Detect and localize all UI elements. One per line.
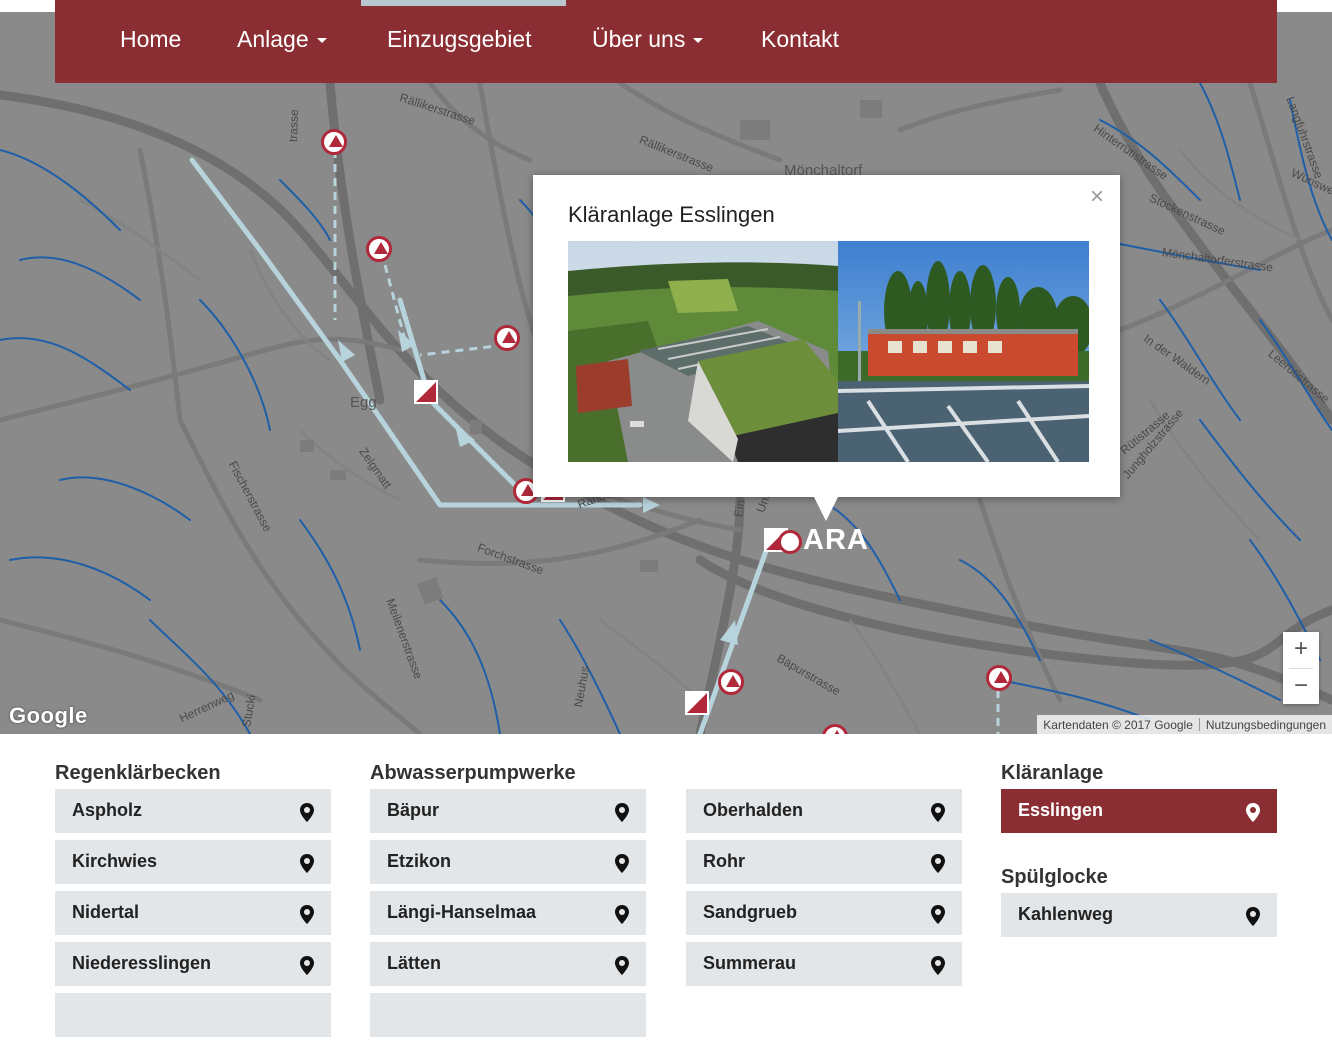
list-item-active[interactable]: Esslingen xyxy=(1001,789,1277,833)
active-tab-indicator xyxy=(361,0,566,6)
list-heading: Regenklärbecken xyxy=(55,762,221,784)
main-nav: Home Anlage Einzugsgebiet Über uns Konta… xyxy=(55,0,1277,83)
list-item[interactable]: Kirchwies xyxy=(55,840,331,884)
nav-einzugsgebiet[interactable]: Einzugsgebiet xyxy=(387,26,532,53)
map-pin-icon xyxy=(615,803,629,822)
nav-anlage-label: Anlage xyxy=(237,26,309,52)
list-item-label: Sandgrueb xyxy=(703,902,798,922)
list-heading: Spülglocke xyxy=(1001,866,1108,888)
map-pin-icon xyxy=(931,854,945,873)
regenklaerbecken-marker[interactable] xyxy=(414,380,438,404)
list-item-label: Esslingen xyxy=(1018,800,1104,820)
caret-down-icon xyxy=(316,38,327,44)
map-pin-icon xyxy=(300,905,314,924)
list-item-label: Oberhalden xyxy=(703,800,804,820)
map-data-credit: Kartendaten © 2017 Google xyxy=(1043,717,1193,732)
map-view[interactable]: Mönchaltorf Egg Rällikerstrasse Rälliker… xyxy=(0,0,1332,734)
nav-home-label: Home xyxy=(120,26,182,52)
nav-kontakt-label: Kontakt xyxy=(761,26,839,52)
street-label: trasse xyxy=(286,109,302,143)
list-item-label: Kahlenweg xyxy=(1018,904,1114,924)
zoom-control: + − xyxy=(1283,632,1319,704)
pumpwerk-marker[interactable] xyxy=(718,669,744,695)
list-item[interactable]: Oberhalden xyxy=(686,789,962,833)
nav-kontakt[interactable]: Kontakt xyxy=(761,26,839,53)
list-regenklaerbecken: Regenklärbecken Aspholz Kirchwies Nidert… xyxy=(55,762,331,1044)
caret-down-icon xyxy=(693,38,704,44)
list-item[interactable]: Längi-Hanselmaa xyxy=(370,891,646,935)
list-item-label: Aspholz xyxy=(72,800,142,820)
list-item-label: Bäpur xyxy=(387,800,440,820)
list-item-label: Nidertal xyxy=(72,902,140,922)
list-item[interactable]: Nidertal xyxy=(55,891,331,935)
list-klaeranlage: Kläranlage Esslingen Spülglocke Kahlenwe… xyxy=(1001,762,1277,944)
regenklaerbecken-marker[interactable] xyxy=(685,691,709,715)
map-pin-icon xyxy=(300,854,314,873)
list-item-label: Summerau xyxy=(703,953,797,973)
list-heading: Abwasserpumpwerke xyxy=(370,762,576,784)
nav-ueber-uns[interactable]: Über uns xyxy=(592,26,704,53)
map-pin-icon xyxy=(300,956,314,975)
pumpwerk-marker[interactable] xyxy=(986,665,1012,691)
map-pin-icon xyxy=(300,803,314,822)
list-item-label: Längi-Hanselmaa xyxy=(387,902,537,922)
pumpwerk-marker[interactable] xyxy=(366,236,392,262)
list-item[interactable]: Etzikon xyxy=(370,840,646,884)
pumpwerk-marker[interactable] xyxy=(494,325,520,351)
list-item-label: Niederesslingen xyxy=(72,953,212,973)
nav-ueber-uns-label: Über uns xyxy=(592,26,686,52)
map-pin-icon xyxy=(615,854,629,873)
list-item-label: Lätten xyxy=(387,953,441,973)
list-item-label: Etzikon xyxy=(387,851,452,871)
list-item-label: Kirchwies xyxy=(72,851,158,871)
list-heading: Kläranlage xyxy=(1001,762,1104,784)
map-attribution: Kartendaten © 2017 Google Nutzungsbeding… xyxy=(1037,715,1332,734)
map-pin-icon xyxy=(615,956,629,975)
list-item[interactable]: Kahlenweg xyxy=(1001,893,1277,937)
street-label: Ein xyxy=(731,498,748,519)
place-label: Egg xyxy=(350,394,377,411)
list-item-label: Rohr xyxy=(703,851,745,871)
list-abwasserpumpwerke-2: Oberhalden Rohr Sandgrueb Summerau xyxy=(686,762,962,993)
close-icon[interactable]: × xyxy=(1090,183,1104,211)
list-item[interactable]: Sandgrueb xyxy=(686,891,962,935)
ara-label: ARA xyxy=(803,524,869,556)
plant-photo xyxy=(568,241,1089,462)
map-pin-icon xyxy=(1246,907,1260,926)
zoom-in-button[interactable]: + xyxy=(1283,632,1319,668)
nav-einzugsgebiet-label: Einzugsgebiet xyxy=(387,26,532,52)
list-abwasserpumpwerke: Abwasserpumpwerke Bäpur Etzikon Längi-Ha… xyxy=(370,762,646,1044)
info-popup: Kläranlage Esslingen × xyxy=(533,175,1120,521)
zoom-out-button[interactable]: − xyxy=(1283,669,1319,705)
map-pin-icon xyxy=(931,905,945,924)
list-item[interactable]: Lätten xyxy=(370,942,646,986)
list-item[interactable]: Bäpur xyxy=(370,789,646,833)
pumpwerk-marker[interactable] xyxy=(321,129,347,155)
map-pin-icon xyxy=(931,803,945,822)
list-item[interactable]: Rohr xyxy=(686,840,962,884)
map-pin-icon xyxy=(1246,803,1260,822)
list-item[interactable]: Niederesslingen xyxy=(55,942,331,986)
popup-title: Kläranlage Esslingen xyxy=(568,202,775,227)
nav-anlage[interactable]: Anlage xyxy=(237,26,327,53)
ara-circle-icon xyxy=(778,530,802,554)
google-logo[interactable]: Google xyxy=(9,703,88,729)
map-pin-icon xyxy=(615,905,629,924)
map-pin-icon xyxy=(931,956,945,975)
list-item[interactable]: Summerau xyxy=(686,942,962,986)
nav-home[interactable]: Home xyxy=(120,26,181,53)
terms-link[interactable]: Nutzungsbedingungen xyxy=(1200,718,1332,732)
list-item[interactable]: Aspholz xyxy=(55,789,331,833)
